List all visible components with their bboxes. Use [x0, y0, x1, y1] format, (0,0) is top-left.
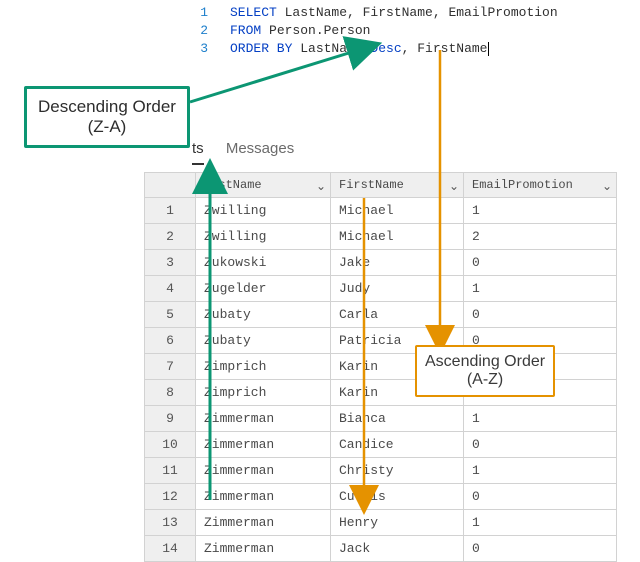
- chevron-down-icon[interactable]: ⌄: [449, 179, 459, 194]
- col-header-lastname[interactable]: LastName⌄: [196, 173, 331, 198]
- header-row: LastName⌄ FirstName⌄ EmailPromotion⌄: [145, 173, 617, 198]
- cell-firstname: Curtis: [331, 484, 464, 510]
- text-cursor-icon: [488, 42, 489, 56]
- cell-firstname: Carla: [331, 302, 464, 328]
- ascending-callout: Ascending Order (A-Z): [415, 345, 555, 397]
- cell-firstname: Jack: [331, 536, 464, 562]
- cell-lastname: Zimprich: [196, 354, 331, 380]
- cell-emailpromotion: 2: [464, 224, 617, 250]
- chevron-down-icon[interactable]: ⌄: [316, 179, 326, 194]
- row-number: 9: [145, 406, 196, 432]
- cell-lastname: Zimmerman: [196, 432, 331, 458]
- col-header-firstname[interactable]: FirstName⌄: [331, 173, 464, 198]
- callout-text: (A-Z): [425, 371, 545, 389]
- cell-firstname: Jake: [331, 250, 464, 276]
- callout-text: (Z-A): [38, 117, 176, 137]
- table-row[interactable]: 10ZimmermanCandice0: [145, 432, 617, 458]
- results-tabs: ts Messages: [192, 140, 312, 165]
- code-line: 1SELECT LastName, FirstName, EmailPromot…: [180, 4, 558, 22]
- cell-lastname: Zimmerman: [196, 458, 331, 484]
- callout-text: Ascending Order: [425, 353, 545, 370]
- cell-firstname: Candice: [331, 432, 464, 458]
- row-number: 2: [145, 224, 196, 250]
- tab-results[interactable]: ts: [192, 140, 204, 165]
- cell-emailpromotion: 0: [464, 536, 617, 562]
- table-row[interactable]: 4ZugelderJudy1: [145, 276, 617, 302]
- tab-messages[interactable]: Messages: [226, 140, 294, 163]
- row-number: 5: [145, 302, 196, 328]
- cell-emailpromotion: 1: [464, 458, 617, 484]
- descending-callout: Descending Order (Z-A): [24, 86, 190, 148]
- row-number: 12: [145, 484, 196, 510]
- row-number: 6: [145, 328, 196, 354]
- table-row[interactable]: 13ZimmermanHenry1: [145, 510, 617, 536]
- row-number: 7: [145, 354, 196, 380]
- cell-firstname: Michael: [331, 198, 464, 224]
- cell-lastname: Zubaty: [196, 328, 331, 354]
- cell-lastname: Zimmerman: [196, 510, 331, 536]
- code-line: 2FROM Person.Person: [180, 22, 558, 40]
- cell-lastname: Zugelder: [196, 276, 331, 302]
- cell-emailpromotion: 1: [464, 510, 617, 536]
- table-row[interactable]: 3ZukowskiJake0: [145, 250, 617, 276]
- row-number: 13: [145, 510, 196, 536]
- cell-emailpromotion: 1: [464, 276, 617, 302]
- cell-emailpromotion: 0: [464, 302, 617, 328]
- row-number: 10: [145, 432, 196, 458]
- table-row[interactable]: 14ZimmermanJack0: [145, 536, 617, 562]
- cell-firstname: Henry: [331, 510, 464, 536]
- table-row[interactable]: 5ZubatyCarla0: [145, 302, 617, 328]
- code-line: 3ORDER BY LastName Desc, FirstName: [180, 40, 558, 58]
- cell-lastname: Zimprich: [196, 380, 331, 406]
- cell-emailpromotion: 1: [464, 406, 617, 432]
- table-row[interactable]: 2ZwillingMichael2: [145, 224, 617, 250]
- row-number: 11: [145, 458, 196, 484]
- cell-emailpromotion: 0: [464, 432, 617, 458]
- row-number: 14: [145, 536, 196, 562]
- cell-firstname: Judy: [331, 276, 464, 302]
- cell-lastname: Zimmerman: [196, 536, 331, 562]
- cell-lastname: Zimmerman: [196, 484, 331, 510]
- cell-lastname: Zwilling: [196, 224, 331, 250]
- row-number: 8: [145, 380, 196, 406]
- cell-lastname: Zimmerman: [196, 406, 331, 432]
- callout-text: Descending Order: [38, 97, 176, 116]
- row-number: 4: [145, 276, 196, 302]
- chevron-down-icon[interactable]: ⌄: [602, 179, 612, 194]
- table-row[interactable]: 1ZwillingMichael1: [145, 198, 617, 224]
- table-row[interactable]: 12ZimmermanCurtis0: [145, 484, 617, 510]
- sql-editor[interactable]: 1SELECT LastName, FirstName, EmailPromot…: [180, 4, 558, 58]
- cell-lastname: Zubaty: [196, 302, 331, 328]
- table-row[interactable]: 11ZimmermanChristy1: [145, 458, 617, 484]
- cell-lastname: Zwilling: [196, 198, 331, 224]
- col-header-emailpromotion[interactable]: EmailPromotion⌄: [464, 173, 617, 198]
- row-number: 3: [145, 250, 196, 276]
- table-row[interactable]: 9ZimmermanBianca1: [145, 406, 617, 432]
- row-number: 1: [145, 198, 196, 224]
- cell-emailpromotion: 1: [464, 198, 617, 224]
- cell-firstname: Christy: [331, 458, 464, 484]
- cell-firstname: Michael: [331, 224, 464, 250]
- row-number-header: [145, 173, 196, 198]
- cell-firstname: Bianca: [331, 406, 464, 432]
- cell-lastname: Zukowski: [196, 250, 331, 276]
- cell-emailpromotion: 0: [464, 250, 617, 276]
- cell-emailpromotion: 0: [464, 484, 617, 510]
